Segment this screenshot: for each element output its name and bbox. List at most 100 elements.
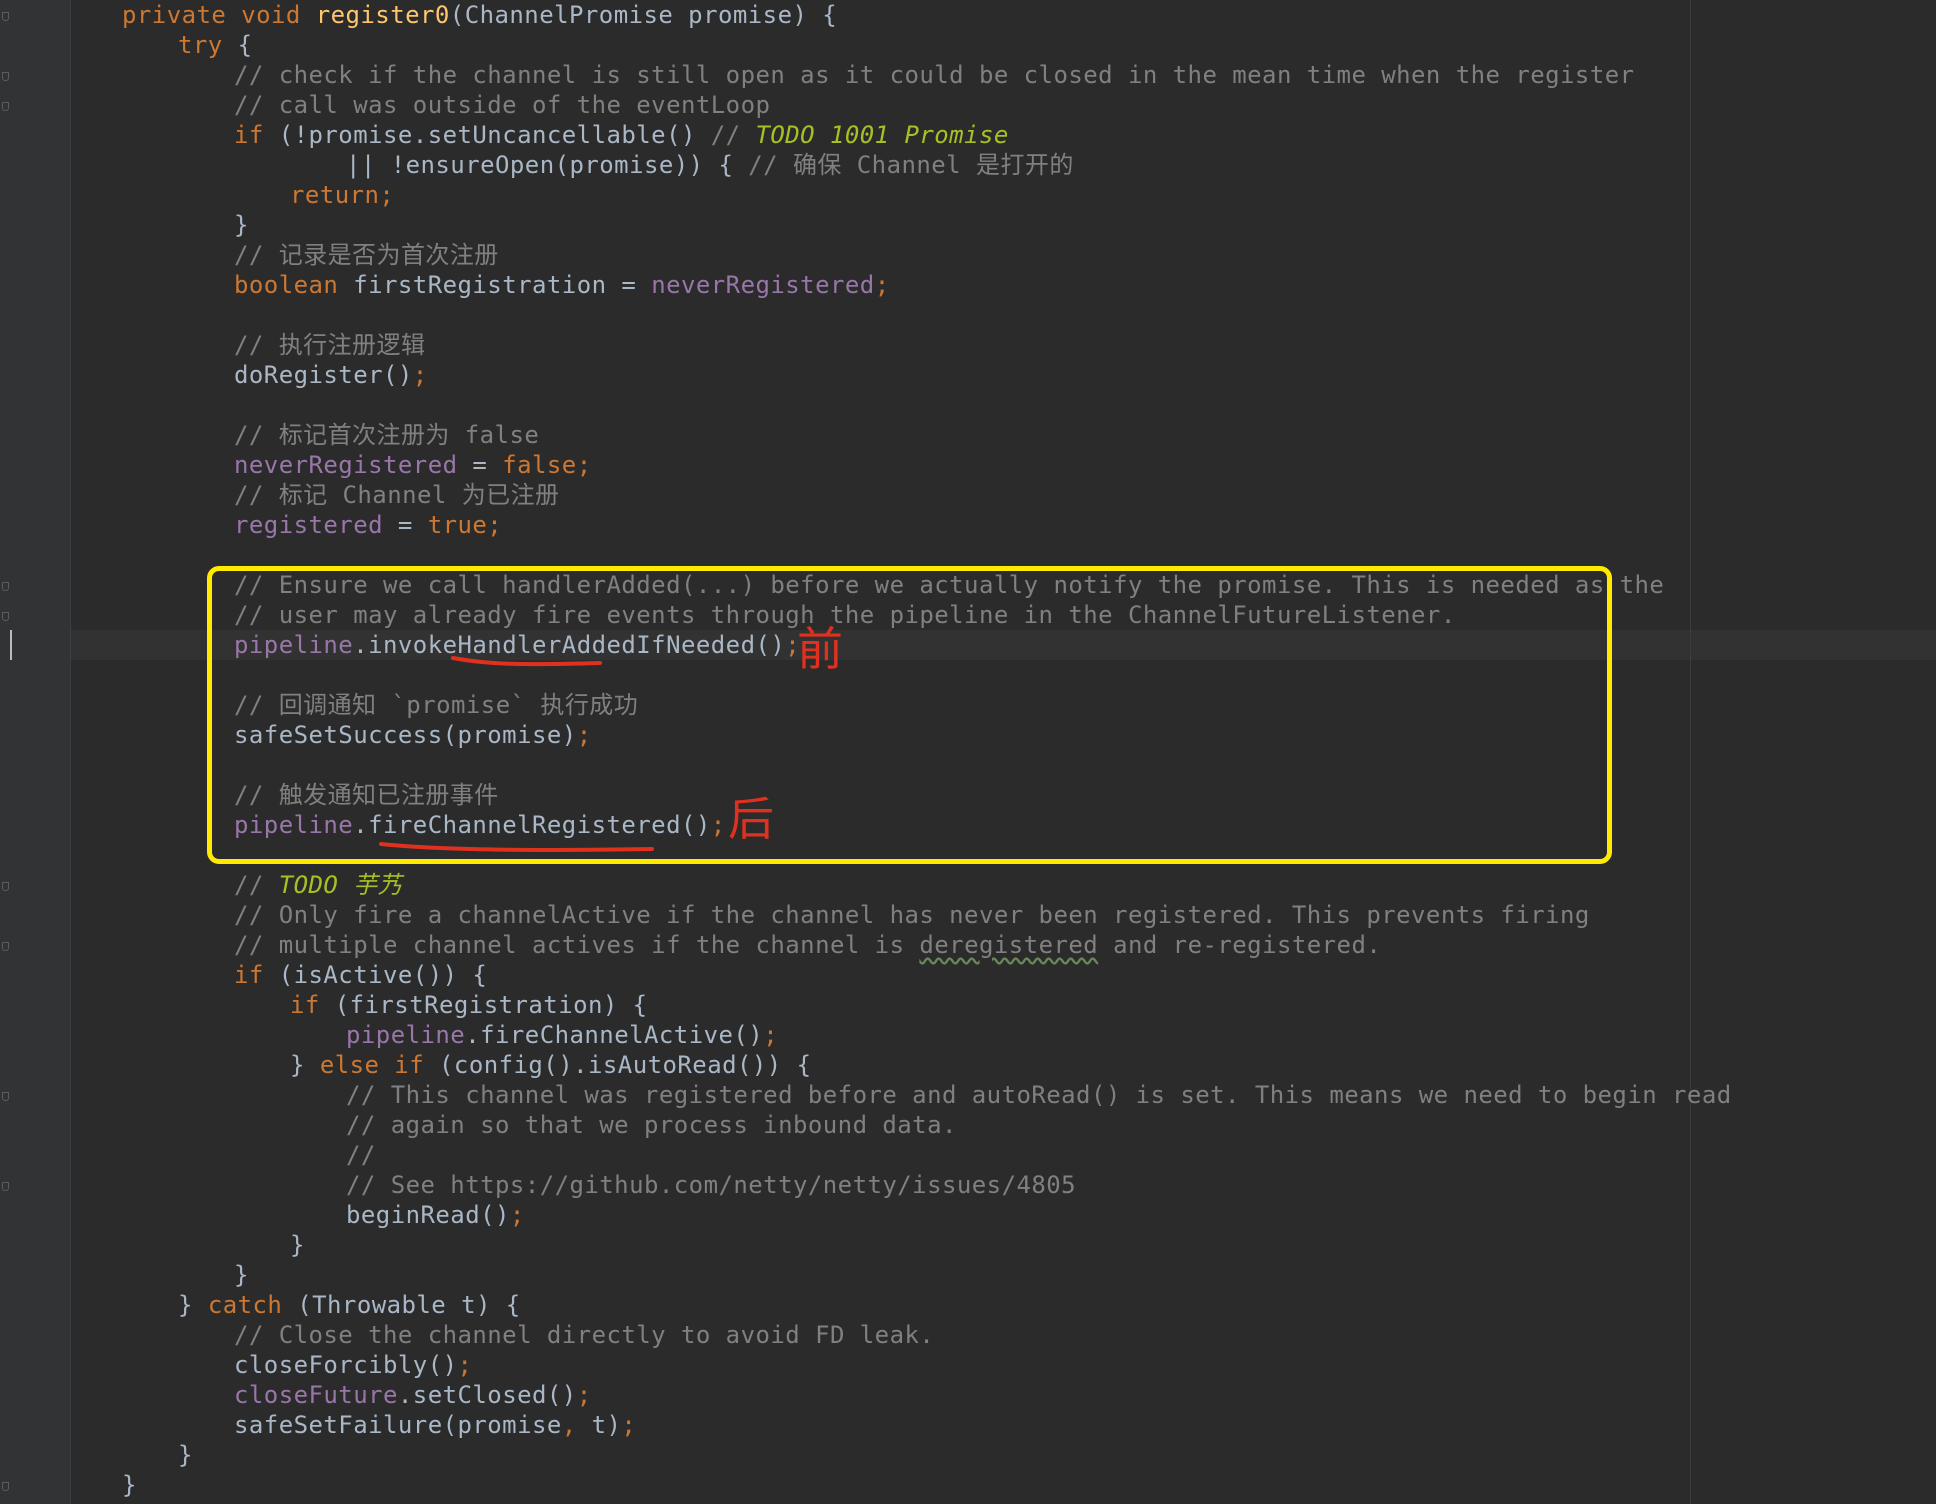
code-line[interactable]: pipeline.fireChannelActive(); (346, 1020, 778, 1050)
code-token: closeFuture (234, 1381, 398, 1409)
code-line[interactable]: // 记录是否为首次注册 (234, 240, 499, 270)
fold-marker-icon[interactable] (2, 102, 9, 111)
code-token: // 标记 Channel 为已注册 (234, 481, 560, 509)
code-token: (isActive()) { (278, 961, 488, 989)
code-line[interactable]: // 标记 Channel 为已注册 (234, 480, 560, 510)
code-line[interactable]: } (178, 1440, 193, 1470)
code-token: } (178, 1441, 193, 1469)
code-token: } (234, 211, 249, 239)
code-line[interactable]: doRegister(); (234, 360, 428, 390)
fold-marker-icon[interactable] (2, 72, 9, 81)
code-line[interactable]: neverRegistered = false; (234, 450, 592, 480)
code-token: // Only fire a channelActive if the chan… (234, 901, 1590, 929)
code-token: // Close the channel directly to avoid F… (234, 1321, 935, 1349)
code-token: // (234, 871, 279, 899)
fold-marker-icon[interactable] (2, 1092, 9, 1101)
code-line[interactable]: closeFuture.setClosed(); (234, 1380, 592, 1410)
code-line[interactable]: try { (178, 30, 253, 60)
code-token: } (178, 1291, 208, 1319)
code-line[interactable]: // This channel was registered before an… (346, 1080, 1732, 1110)
code-line[interactable]: } catch (Throwable t) { (178, 1290, 521, 1320)
code-token: try (178, 31, 238, 59)
code-token: catch (207, 1291, 298, 1319)
code-token: TODO 芋艿 (278, 871, 403, 899)
code-line[interactable]: } (122, 1470, 137, 1500)
code-token: // again so that we process inbound data… (346, 1111, 957, 1139)
code-token: // This channel was registered before an… (346, 1081, 1732, 1109)
code-line[interactable]: } (234, 210, 249, 240)
code-token: ; (763, 1021, 779, 1049)
code-line[interactable]: private void register0(ChannelPromise pr… (122, 0, 837, 30)
code-token: // 执行注册逻辑 (234, 331, 426, 359)
code-token: ; (412, 361, 428, 389)
fold-marker-icon[interactable] (2, 942, 9, 951)
code-line[interactable]: // 执行注册逻辑 (234, 330, 425, 360)
code-token: // (710, 121, 756, 149)
code-line[interactable]: if (!promise.setUncancellable() // TODO … (234, 120, 1009, 150)
code-token: .setClosed() (397, 1381, 577, 1409)
code-line[interactable]: // again so that we process inbound data… (346, 1110, 957, 1140)
code-line[interactable]: // multiple channel actives if the chann… (234, 930, 1381, 960)
code-line[interactable]: || !ensureOpen(promise)) { // 确保 Channel… (346, 150, 1074, 180)
code-line[interactable]: } else if (config().isAutoRead()) { (290, 1050, 812, 1080)
code-token: t) (591, 1411, 622, 1439)
code-line[interactable]: // call was outside of the eventLoop (234, 90, 770, 120)
code-token: ; (576, 1381, 592, 1409)
code-token: (!promise.setUncancellable() (278, 121, 711, 149)
fold-marker-icon[interactable] (2, 1182, 9, 1191)
code-token: closeForcibly() (234, 1351, 458, 1379)
code-token: doRegister() (234, 361, 413, 389)
code-token: deregistered (919, 931, 1099, 959)
code-token: firstRegistration = (353, 271, 652, 299)
code-token: // 记录是否为首次注册 (234, 241, 499, 269)
code-token: .fireChannelActive() (465, 1021, 764, 1049)
code-line[interactable]: // Only fire a channelActive if the chan… (234, 900, 1590, 930)
code-token: ; (874, 271, 890, 299)
code-token: ; (457, 1351, 473, 1379)
code-token: ; (509, 1201, 525, 1229)
code-line[interactable]: } (290, 1230, 305, 1260)
code-token: , (561, 1411, 592, 1439)
code-line[interactable]: return; (290, 180, 394, 210)
code-line[interactable]: boolean firstRegistration = neverRegiste… (234, 270, 890, 300)
code-editor[interactable]: private void register0(ChannelPromise pr… (0, 0, 1936, 1504)
code-line[interactable]: // check if the channel is still open as… (234, 60, 1635, 90)
code-line[interactable]: // (346, 1140, 376, 1170)
code-line[interactable]: // Close the channel directly to avoid F… (234, 1320, 934, 1350)
code-token: TODO 1001 Promise (755, 121, 1009, 149)
code-line[interactable]: safeSetFailure(promise, t); (234, 1410, 636, 1440)
code-line[interactable]: // See https://github.com/netty/netty/is… (346, 1170, 1076, 1200)
code-token: } (234, 1261, 249, 1289)
code-line[interactable]: registered = true; (234, 510, 502, 540)
code-line[interactable]: if (firstRegistration) { (290, 990, 648, 1020)
code-token: void (241, 1, 316, 29)
code-token: (Throwable t) { (297, 1291, 521, 1319)
code-token: beginRead() (346, 1201, 510, 1229)
code-token: neverRegistered (234, 451, 458, 479)
code-token: (firstRegistration) { (334, 991, 648, 1019)
fold-marker-icon[interactable] (2, 582, 9, 591)
code-token: false; (502, 451, 592, 479)
code-line[interactable]: if (isActive()) { (234, 960, 487, 990)
code-line[interactable]: // TODO 芋艿 (234, 870, 402, 900)
code-line[interactable]: closeForcibly(); (234, 1350, 472, 1380)
code-line[interactable]: // 标记首次注册为 false (234, 420, 539, 450)
code-token: register0 (315, 1, 450, 29)
code-token: ; (621, 1411, 637, 1439)
code-token: boolean (234, 271, 354, 299)
code-token: // multiple channel actives if the chann… (234, 931, 920, 959)
code-token: // call was outside of the eventLoop (234, 91, 771, 119)
code-token: else if (319, 1051, 440, 1079)
code-token: true; (427, 511, 503, 539)
fold-marker-icon[interactable] (2, 612, 9, 621)
code-token: return; (290, 181, 395, 209)
code-token: neverRegistered (651, 271, 875, 299)
code-token: } (122, 1471, 137, 1499)
fold-marker-icon[interactable] (2, 1482, 9, 1491)
code-line[interactable]: beginRead(); (346, 1200, 525, 1230)
annotation-before: 前 (797, 622, 843, 676)
fold-marker-icon[interactable] (2, 12, 9, 21)
code-line[interactable]: } (234, 1260, 249, 1290)
fold-marker-icon[interactable] (2, 882, 9, 891)
code-token: } (290, 1051, 320, 1079)
